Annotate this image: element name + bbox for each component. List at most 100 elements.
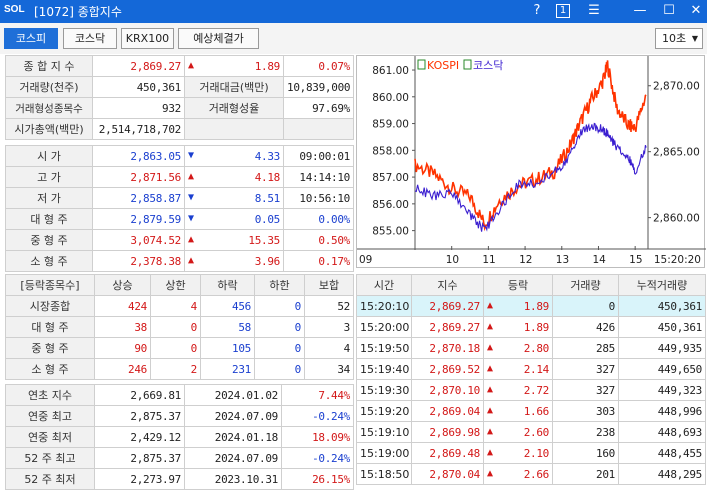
up-arrow-icon: ▲ <box>487 425 493 437</box>
legend-checkbox-kosdaq[interactable] <box>463 59 472 70</box>
table-row: 연중 최저 2,429.12 2024.01.18 18.09% <box>5 426 354 448</box>
title-bar: SOL [1072] 종합지수 ? 1 ☰ — ☐ ✕ <box>0 0 707 23</box>
intraday-chart[interactable]: KOSPI 코스닥 861.00 860.00 859.00 858.00 857.00… <box>356 55 706 268</box>
summary-row-index: 종 합 지 수 2,869.27 ▲ 1.89 0.07% <box>5 55 354 77</box>
y-left-tick-label: 858.00 <box>372 145 409 157</box>
summary-row-marketcap: 시가총액(백만) 2,514,718,702 <box>5 118 354 140</box>
up-arrow-icon: ▲ <box>188 59 194 71</box>
market-cap-label: 시가총액(백만) <box>5 118 93 140</box>
history-table: 연초 지수 2,669.81 2024.01.02 7.44% 연중 최고 2,875.… <box>5 384 354 490</box>
breadth-header-flat: 보합 <box>304 274 354 296</box>
table-row[interactable]: 15:19:20 2,869.04 ▲ 1.66 303 448,996 <box>356 400 706 422</box>
table-row[interactable]: 15:20:00 2,869.27 ▲ 1.89 426 450,361 <box>356 316 706 338</box>
up-arrow-icon: ▲ <box>487 383 493 395</box>
tab-krx100[interactable]: KRX100 <box>121 28 174 49</box>
table-row[interactable]: 15:19:50 2,870.18 ▲ 2.80 285 449,935 <box>356 337 706 359</box>
summary-row-formed: 거래형성종목수 932 거래형성율 97.69% <box>5 97 354 119</box>
summary-table: 종 합 지 수 2,869.27 ▲ 1.89 0.07% 거래량(천주) 450… <box>5 55 354 140</box>
price-row-high: 고 가 2,871.56 ▲ 4.18 14:14:10 <box>5 166 354 188</box>
interval-select[interactable]: 10초 ▼ <box>655 28 703 49</box>
table-row[interactable]: 15:19:30 2,870.10 ▲ 2.72 327 449,323 <box>356 379 706 401</box>
down-arrow-icon: ▼ <box>188 149 194 161</box>
low-value: 2,858.87 <box>92 187 185 209</box>
screen-number-button[interactable]: 1 <box>556 4 570 18</box>
price-row-mid: 중 형 주 3,074.52 ▲ 15.35 0.50% <box>5 229 354 251</box>
table-row: 연중 최고 2,875.37 2024.07.09 -0.24% <box>5 405 354 427</box>
table-row[interactable]: 15:18:50 2,870.04 ▲ 2.66 201 448,295 <box>356 463 706 485</box>
mid-cap-pct: 0.50% <box>283 229 354 251</box>
table-row[interactable]: 15:20:10 2,869.27 ▲ 1.89 0 450,361 <box>356 295 706 317</box>
table-row[interactable]: 15:19:00 2,869.48 ▲ 2.10 160 448,455 <box>356 442 706 464</box>
breadth-header-title: [등락종목수] <box>5 274 95 296</box>
minimize-button[interactable]: — <box>630 2 650 20</box>
breadth-header-up: 상승 <box>94 274 151 296</box>
table-row[interactable]: 15:19:40 2,869.52 ▲ 2.14 327 449,650 <box>356 358 706 380</box>
y-left-tick-label: 855.00 <box>372 226 409 238</box>
x-tick-label: 09 <box>359 254 372 266</box>
y-right-tick-label: 2,860.00 <box>653 213 700 225</box>
x-tick-label: 15 <box>629 254 642 266</box>
amount-label: 거래대금(백만) <box>184 76 284 98</box>
tick-header: 시간 지수 등락 거래량 누적거래량 <box>356 274 706 296</box>
y-axis-left: 861.00 860.00 859.00 858.00 857.00 856.00 855.… <box>372 65 415 238</box>
tick-table[interactable]: 시간 지수 등락 거래량 누적거래량 15:20:10 2,869.27 ▲ 1.89… <box>356 274 706 485</box>
breadth-header-down: 하락 <box>200 274 255 296</box>
breadth-header: [등락종목수] 상승 상한 하락 하한 보합 <box>5 274 354 296</box>
up-arrow-icon: ▲ <box>487 362 493 374</box>
chart-legend: KOSPI 코스닥 <box>417 59 503 72</box>
maximize-button[interactable]: ☐ <box>659 2 679 20</box>
y-left-tick-label: 861.00 <box>372 65 409 77</box>
down-arrow-icon: ▼ <box>188 191 194 203</box>
index-change: ▲ 1.89 <box>184 55 284 77</box>
table-row[interactable]: 15:19:10 2,869.98 ▲ 2.60 238 448,693 <box>356 421 706 443</box>
table-row: 중 형 주 90 0 105 0 4 <box>5 337 354 359</box>
breadth-table: [등락종목수] 상승 상한 하락 하한 보합 시장종합 424 4 456 0 52 대 … <box>5 274 354 380</box>
table-row: 대 형 주 38 0 58 0 3 <box>5 316 354 338</box>
table-row: 소 형 주 246 2 231 0 34 <box>5 358 354 380</box>
large-cap-pct: 0.00% <box>283 208 354 230</box>
help-button[interactable]: ? <box>527 2 547 20</box>
tab-expected-price[interactable]: 예상체결가 <box>178 28 259 49</box>
x-tick-label: 11 <box>482 254 495 266</box>
price-row-low: 저 가 2,858.87 ▼ 8.51 10:56:10 <box>5 187 354 209</box>
y-right-tick-label: 2,870.00 <box>653 81 700 93</box>
tab-kospi[interactable]: 코스피 <box>4 28 58 49</box>
up-arrow-icon: ▲ <box>487 467 493 479</box>
formed-rate-label: 거래형성율 <box>184 97 284 119</box>
volume-value: 450,361 <box>92 76 185 98</box>
tick-header-cumulative: 누적거래량 <box>618 274 706 296</box>
breadth-header-upper-limit: 상한 <box>150 274 201 296</box>
legend-checkbox-kospi[interactable] <box>417 59 426 70</box>
open-value: 2,863.05 <box>92 145 185 167</box>
small-cap-pct: 0.17% <box>283 250 354 272</box>
close-button[interactable]: ✕ <box>686 2 706 20</box>
window-title: [1072] 종합지수 <box>34 5 122 19</box>
index-label: 종 합 지 수 <box>5 55 93 77</box>
chart-plot-area <box>414 60 647 232</box>
chart-svg: KOSPI 코스닥 861.00 860.00 859.00 858.00 857.00… <box>357 56 706 266</box>
volume-label: 거래량(천주) <box>5 76 93 98</box>
low-label: 저 가 <box>5 187 93 209</box>
up-arrow-icon: ▲ <box>487 404 493 416</box>
formed-count-label: 거래형성종목수 <box>5 97 93 119</box>
series-line-kospi <box>414 60 647 232</box>
app-logo: SOL <box>4 4 25 15</box>
formed-rate-value: 97.69% <box>283 97 354 119</box>
legend-kosdaq: 코스닥 <box>473 59 503 72</box>
tick-header-change: 등락 <box>483 274 553 296</box>
menu-icon[interactable]: ☰ <box>584 2 604 20</box>
tab-kosdaq[interactable]: 코스닥 <box>63 28 117 49</box>
large-cap-value: 2,879.59 <box>92 208 185 230</box>
x-end-time-label: 15:20:20 <box>654 254 701 266</box>
y-axis-right: 2,870.00 2,865.00 2,860.00 <box>648 81 700 225</box>
up-arrow-icon: ▲ <box>188 233 194 245</box>
y-left-tick-label: 860.00 <box>372 92 409 104</box>
y-left-tick-label: 859.00 <box>372 119 409 131</box>
x-tick-label: 10 <box>446 254 459 266</box>
tick-header-volume: 거래량 <box>552 274 619 296</box>
table-row: 연초 지수 2,669.81 2024.01.02 7.44% <box>5 384 354 406</box>
large-cap-label: 대 형 주 <box>5 208 93 230</box>
formed-count-value: 932 <box>92 97 185 119</box>
summary-row-volume: 거래량(천주) 450,361 거래대금(백만) 10,839,000 <box>5 76 354 98</box>
interval-value: 10초 <box>662 32 687 45</box>
